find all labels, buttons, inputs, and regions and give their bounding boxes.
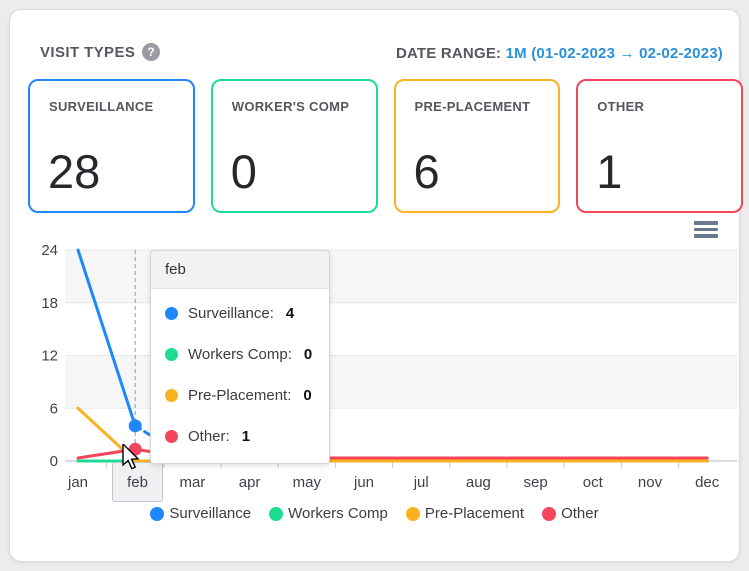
card-pre-placement[interactable]: PRE-PLACEMENT 6 — [394, 79, 561, 213]
tooltip-body: Surveillance:4Workers Comp:0Pre-Placemen… — [151, 289, 329, 463]
card-value: 6 — [414, 148, 440, 195]
legend-item-pre-placement[interactable]: Pre-Placement — [406, 505, 524, 522]
legend-dot-icon — [542, 507, 556, 521]
mouse-pointer-icon — [122, 444, 144, 474]
legend-label: Pre-Placement — [425, 505, 524, 522]
page-title-text: VISIT TYPES — [40, 44, 135, 61]
tooltip-row: Pre-Placement: 0 — [151, 375, 329, 416]
card-other[interactable]: OTHER 1 — [576, 79, 743, 213]
x-axis-label: aug — [466, 474, 491, 491]
x-axis-label: mar — [179, 474, 205, 491]
tooltip-series-label: Pre-Placement: — [188, 387, 291, 404]
stat-cards: SURVEILLANCE 28 WORKER'S COMP 0 PRE-PLAC… — [28, 79, 743, 213]
x-axis-label: jan — [67, 474, 88, 491]
card-label: SURVEILLANCE — [49, 97, 179, 117]
legend-dot-icon — [150, 507, 164, 521]
legend-label: Surveillance — [169, 505, 251, 522]
tooltip-series-label: Surveillance: — [188, 305, 274, 322]
card-surveillance[interactable]: SURVEILLANCE 28 — [28, 79, 195, 213]
card-value: 1 — [596, 148, 622, 195]
tooltip-series-value: 4 — [286, 305, 294, 322]
series-dot-icon — [165, 430, 178, 443]
series-dot-icon — [165, 348, 178, 361]
x-axis-label: may — [293, 474, 322, 491]
series-dot-icon — [165, 307, 178, 320]
y-axis-label: 24 — [41, 242, 58, 259]
x-axis-label: apr — [239, 474, 261, 491]
tooltip-series-label: Other: — [188, 428, 230, 445]
legend-label: Other — [561, 505, 599, 522]
chart-legend: Surveillance Workers Comp Pre-Placement Oth… — [0, 505, 749, 522]
tooltip-series-value: 0 — [303, 387, 311, 404]
y-axis-label: 0 — [50, 453, 58, 470]
y-axis-label: 12 — [41, 348, 58, 365]
legend-item-surveillance[interactable]: Surveillance — [150, 505, 251, 522]
x-axis-label: jun — [353, 474, 374, 491]
legend-dot-icon — [269, 507, 283, 521]
tooltip-row: Other: 1 — [151, 416, 329, 457]
card-value: 28 — [48, 148, 100, 195]
legend-dot-icon — [406, 507, 420, 521]
tooltip-series-value: 0 — [304, 346, 312, 363]
question-mark-icon[interactable]: ? — [142, 43, 160, 61]
x-axis-label: jul — [413, 474, 429, 491]
series-dot-icon — [165, 389, 178, 402]
tooltip-title: feb — [151, 251, 329, 289]
tooltip-row: Workers Comp: 0 — [151, 334, 329, 375]
card-label: OTHER — [597, 97, 727, 117]
tooltip-series-label: Workers Comp: — [188, 346, 292, 363]
legend-label: Workers Comp — [288, 505, 388, 522]
legend-item-workers-comp[interactable]: Workers Comp — [269, 505, 388, 522]
y-axis-label: 18 — [41, 295, 58, 312]
card-label: WORKER'S COMP — [232, 97, 362, 117]
card-workers-comp[interactable]: WORKER'S COMP 0 — [211, 79, 378, 213]
page-title: VISIT TYPES ? — [40, 43, 160, 61]
chart-tooltip: feb Surveillance:4Workers Comp:0Pre-Plac… — [150, 250, 330, 464]
date-range-value[interactable]: 1M (01-02-2023 → 02-02-2023) — [506, 45, 723, 62]
x-axis-label: nov — [638, 474, 663, 491]
y-axis-label: 6 — [50, 400, 58, 417]
x-axis-label: sep — [524, 474, 548, 491]
tooltip-row: Surveillance: 4 — [151, 293, 329, 334]
crosshair-month-text: feb — [127, 474, 148, 491]
date-range: DATE RANGE: 1M (01-02-2023 → 02-02-2023) — [396, 45, 723, 62]
x-axis-label: dec — [695, 474, 720, 491]
legend-item-other[interactable]: Other — [542, 505, 599, 522]
x-axis-label: oct — [583, 474, 604, 491]
date-range-label: DATE RANGE: — [396, 45, 501, 62]
card-label: PRE-PLACEMENT — [415, 97, 545, 117]
card-value: 0 — [231, 148, 257, 195]
tooltip-series-value: 1 — [242, 428, 250, 445]
